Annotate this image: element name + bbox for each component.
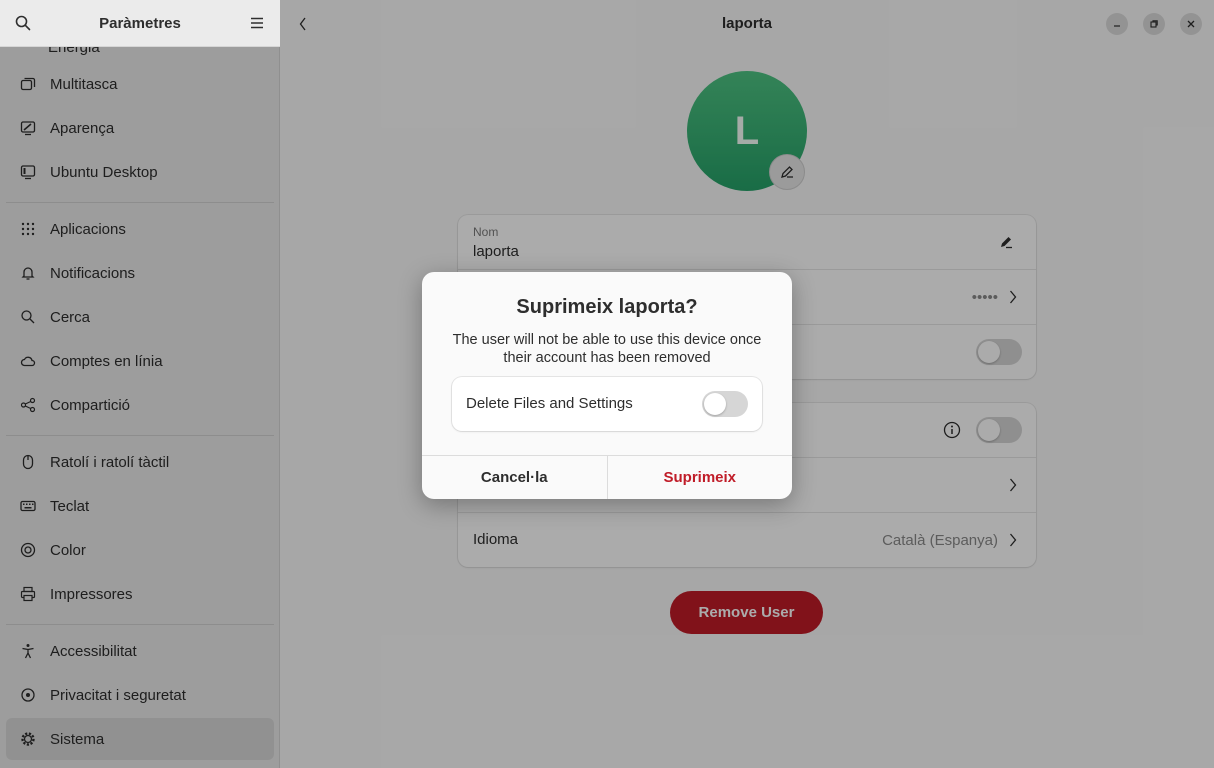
delete-files-toggle[interactable] [702,391,748,417]
delete-files-option: Delete Files and Settings [452,377,762,431]
delete-user-dialog: Suprimeix laporta? The user will not be … [422,272,792,499]
cancel-button[interactable]: Cancel·la [422,456,608,499]
dialog-body: The user will not be able to use this de… [452,332,762,366]
delete-files-label: Delete Files and Settings [466,395,633,412]
search-icon[interactable] [14,14,32,32]
sidebar-title: Paràmetres [99,14,181,32]
dialog-buttons: Cancel·la Suprimeix [422,455,792,499]
confirm-delete-button[interactable]: Suprimeix [608,456,793,499]
hamburger-menu-icon[interactable] [248,14,266,32]
sidebar-header: Paràmetres [0,0,280,47]
dialog-title: Suprimeix laporta? [516,296,698,318]
